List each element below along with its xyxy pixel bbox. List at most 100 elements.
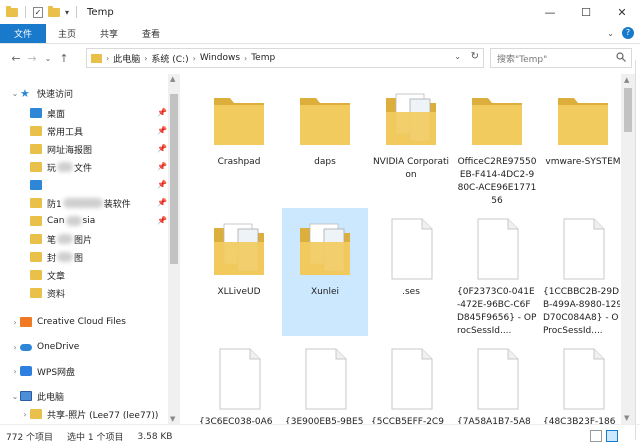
pin-icon: 📌 bbox=[157, 216, 167, 225]
nav-label: 文章 bbox=[47, 271, 66, 282]
refresh-icon[interactable]: ↻ bbox=[471, 51, 479, 62]
help-icon[interactable]: ? bbox=[622, 27, 634, 39]
folder-item[interactable]: OfficeC2RE97550EB-F414-4DC2-980C-ACE96E1… bbox=[454, 78, 540, 206]
nav-creative-cloud[interactable]: › Creative Cloud Files bbox=[10, 313, 126, 331]
scroll-thumb[interactable] bbox=[170, 94, 178, 264]
new-folder-icon[interactable] bbox=[48, 5, 60, 17]
nav-pictures[interactable]: 笔 图片 bbox=[30, 230, 92, 248]
chevron-down-icon[interactable]: ⌄ bbox=[454, 52, 461, 61]
expand-ribbon-icon[interactable]: ⌄ bbox=[607, 29, 614, 38]
file-item[interactable]: {3E900EB5-9BE5 bbox=[282, 338, 368, 424]
chevron-right-icon[interactable]: › bbox=[20, 410, 30, 419]
nav-label: 资料 bbox=[47, 289, 66, 300]
properties-icon[interactable]: ✓ bbox=[33, 6, 43, 18]
chevron-right-icon[interactable]: › bbox=[244, 54, 247, 63]
forward-button[interactable]: → bbox=[24, 52, 40, 65]
folder-item[interactable]: daps bbox=[282, 78, 368, 206]
chevron-right-icon[interactable]: › bbox=[10, 367, 20, 376]
nav-desktop[interactable]: 桌面 bbox=[30, 104, 65, 122]
chevron-right-icon[interactable]: › bbox=[10, 343, 20, 352]
nav-label-suffix: 图 bbox=[74, 253, 84, 264]
file-item[interactable]: .ses bbox=[368, 208, 454, 336]
item-name: {3C6EC038-0A6 bbox=[199, 417, 273, 424]
folder-item[interactable]: Xunlei bbox=[282, 208, 368, 336]
up-button[interactable]: ↑ bbox=[56, 52, 72, 65]
back-button[interactable]: ← bbox=[8, 52, 24, 65]
search-icon bbox=[616, 52, 626, 62]
nav-label: 网址海报图 bbox=[47, 145, 93, 156]
breadcrumb-system-c[interactable]: 系统 (C:) bbox=[151, 52, 188, 65]
item-count: 772 个项目 bbox=[6, 433, 54, 443]
file-item[interactable]: {48C3B23F-186 bbox=[540, 338, 620, 424]
chevron-down-icon[interactable]: ⌄ bbox=[10, 89, 20, 98]
folder-icon bbox=[30, 234, 42, 244]
search-input[interactable]: 搜索"Temp" bbox=[490, 48, 632, 68]
chevron-right-icon[interactable]: › bbox=[106, 54, 109, 63]
nav-covers[interactable]: 封图 bbox=[30, 248, 83, 266]
file-icon bbox=[294, 346, 356, 412]
nav-wps[interactable]: › WPS网盘 bbox=[10, 362, 75, 380]
scroll-thumb[interactable] bbox=[624, 88, 632, 132]
nav-materials[interactable]: 资料 bbox=[30, 284, 65, 302]
nav-shared-photos[interactable]: › 共享-照片 (Lee77 (lee77)) bbox=[20, 405, 158, 423]
nav-tools[interactable]: 常用工具 bbox=[30, 122, 83, 140]
nav-posters[interactable]: 网址海报图 bbox=[30, 140, 92, 158]
folder-item[interactable]: NVIDIA Corporation bbox=[368, 78, 454, 206]
large-icons-view-icon[interactable] bbox=[606, 430, 618, 442]
nav-item-redacted[interactable] bbox=[30, 176, 47, 194]
breadcrumb-windows[interactable]: Windows bbox=[200, 53, 240, 63]
nav-quick-access[interactable]: ⌄ ★ 快速访问 bbox=[10, 84, 73, 102]
folder-icon bbox=[208, 86, 270, 152]
redaction bbox=[57, 234, 74, 244]
scroll-down-icon[interactable]: ▼ bbox=[624, 414, 629, 422]
item-name: OfficeC2RE97550EB-F414-4DC2-980C-ACE96E1… bbox=[457, 157, 537, 206]
tab-home[interactable]: 主页 bbox=[46, 24, 88, 43]
recent-locations-icon[interactable]: ⌄ bbox=[40, 54, 56, 63]
folder-item[interactable]: vmware-SYSTEM bbox=[540, 78, 620, 206]
scroll-up-icon[interactable]: ▲ bbox=[624, 76, 629, 84]
separator bbox=[25, 6, 26, 18]
desktop-icon bbox=[30, 108, 42, 118]
chevron-right-icon[interactable]: › bbox=[10, 318, 20, 327]
breadcrumb-this-pc[interactable]: 此电脑 bbox=[113, 52, 140, 65]
nav-scrollbar[interactable]: ▲ ▼ bbox=[168, 74, 180, 424]
file-item[interactable]: {1CCBBC2B-29DB-499A-8980-129D70C084A8} -… bbox=[540, 208, 620, 336]
nav-articles[interactable]: 文章 bbox=[30, 266, 65, 284]
chevron-down-icon[interactable]: ⌄ bbox=[10, 392, 20, 401]
content-scrollbar[interactable]: ▲ ▼ bbox=[621, 74, 635, 424]
tab-view[interactable]: 查看 bbox=[130, 24, 172, 43]
navigation-bar: ← → ⌄ ↑ › 此电脑 › 系统 (C:) › Windows › Temp… bbox=[0, 44, 640, 72]
file-item[interactable]: {3C6EC038-0A6 bbox=[196, 338, 282, 424]
file-item[interactable]: {0F2373C0-041E-472E-96BC-C6FD845F9656} -… bbox=[454, 208, 540, 336]
separator bbox=[76, 6, 78, 18]
file-icon bbox=[380, 346, 442, 412]
folder-item[interactable]: Crashpad bbox=[196, 78, 282, 206]
nav-onedrive[interactable]: › OneDrive bbox=[10, 338, 79, 356]
nav-this-pc[interactable]: ⌄ 此电脑 bbox=[10, 387, 64, 405]
address-bar[interactable]: › 此电脑 › 系统 (C:) › Windows › Temp ⌄ ↻ bbox=[86, 48, 484, 68]
scroll-down-icon[interactable]: ▼ bbox=[170, 415, 175, 423]
navigation-pane: ⌄ ★ 快速访问 桌面 📌 常用工具 📌 网址海报图 📌 玩 文件 📌 📌 防1 装… bbox=[0, 74, 182, 424]
minimize-button[interactable]: — bbox=[532, 0, 568, 24]
folder-item[interactable]: XLLiveUD bbox=[196, 208, 282, 336]
file-item[interactable]: {7A58A1B7-5A8 bbox=[454, 338, 540, 424]
breadcrumb-temp[interactable]: Temp bbox=[251, 53, 275, 63]
details-view-icon[interactable] bbox=[590, 430, 602, 442]
scroll-up-icon[interactable]: ▲ bbox=[170, 75, 175, 83]
close-button[interactable]: ✕ bbox=[604, 0, 640, 24]
pin-icon: 📌 bbox=[157, 126, 167, 135]
nav-files[interactable]: 玩 文件 bbox=[30, 158, 92, 176]
nav-label: 桌面 bbox=[47, 109, 66, 120]
tab-share[interactable]: 共享 bbox=[88, 24, 130, 43]
file-item[interactable]: {5CCB5EFF-2C9 bbox=[368, 338, 454, 424]
nav-label-suffix: 装软件 bbox=[103, 199, 131, 210]
nav-label: Can bbox=[47, 216, 65, 226]
chevron-right-icon[interactable]: › bbox=[193, 54, 196, 63]
customize-toolbar-icon[interactable]: ▾ bbox=[65, 8, 69, 17]
nav-software[interactable]: 防1 装软件 bbox=[30, 194, 131, 212]
tab-file[interactable]: 文件 bbox=[0, 24, 47, 43]
nav-camtasia[interactable]: Can sia bbox=[30, 212, 95, 230]
chevron-right-icon[interactable]: › bbox=[144, 54, 147, 63]
pin-icon: 📌 bbox=[157, 108, 167, 117]
maximize-button[interactable]: ☐ bbox=[568, 0, 604, 24]
